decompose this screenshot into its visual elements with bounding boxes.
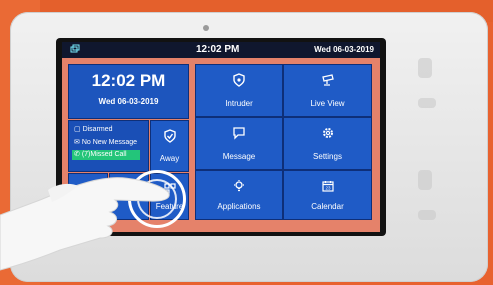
tile-applications[interactable]: Applications — [195, 170, 283, 220]
tile-message-label: Message — [222, 152, 256, 161]
pointing-hand — [0, 177, 170, 271]
tile-applications-label: Applications — [217, 202, 261, 211]
lightbulb-icon — [234, 180, 244, 192]
disarmed-label: Disarmed — [82, 126, 113, 133]
tile-settings[interactable]: Settings — [283, 117, 372, 170]
away-label: Away — [159, 154, 180, 163]
tile-intruder[interactable]: Intruder — [195, 64, 283, 117]
svg-text:23: 23 — [325, 186, 331, 191]
status-bar: 12:02 PM Wed 06-03-2019 — [62, 42, 380, 58]
clock-panel: 12:02 PM Wed 06-03-2019 — [68, 64, 189, 119]
message-label: No New Message — [81, 139, 138, 146]
tile-intruder-label: Intruder — [225, 99, 253, 108]
calendar-icon: 23 — [321, 181, 334, 192]
mute-icon[interactable] — [418, 210, 436, 220]
tile-settings-label: Settings — [313, 152, 342, 161]
camera-icon — [321, 74, 334, 86]
shield-check-icon — [163, 129, 176, 143]
tile-calendar-label: Calendar — [311, 202, 344, 211]
camera-lens — [203, 25, 209, 31]
tile-calendar[interactable]: 23 Calendar — [283, 170, 372, 220]
message-status: ✉ No New Message — [74, 139, 138, 146]
clock-time: 12:02 PM — [91, 71, 166, 90]
window-icon — [70, 44, 80, 53]
unlock-icon[interactable] — [418, 58, 432, 78]
tile-message[interactable]: Message — [195, 117, 283, 170]
tile-live-view[interactable]: Live View — [283, 64, 372, 117]
monitor-icon[interactable] — [418, 98, 436, 108]
status-bar-date: Wed 06-03-2019 — [314, 45, 374, 54]
tile-live-view-label: Live View — [310, 99, 345, 108]
status-panel[interactable]: ▢ Disarmed ✉ No New Message ✆ (7)Missed … — [68, 120, 149, 172]
message-icon — [233, 127, 245, 140]
missed-call-status[interactable]: ✆ (7)Missed Call — [72, 150, 140, 160]
gear-icon — [322, 128, 333, 138]
disarmed-status: ▢ Disarmed — [74, 126, 113, 133]
call-icon[interactable] — [418, 170, 432, 190]
away-button[interactable]: Away — [150, 120, 189, 172]
shield-icon — [233, 73, 245, 87]
missed-call-label: (7)Missed Call — [81, 151, 127, 158]
clock-date: Wed 06-03-2019 — [98, 97, 159, 106]
status-bar-time: 12:02 PM — [196, 44, 240, 55]
